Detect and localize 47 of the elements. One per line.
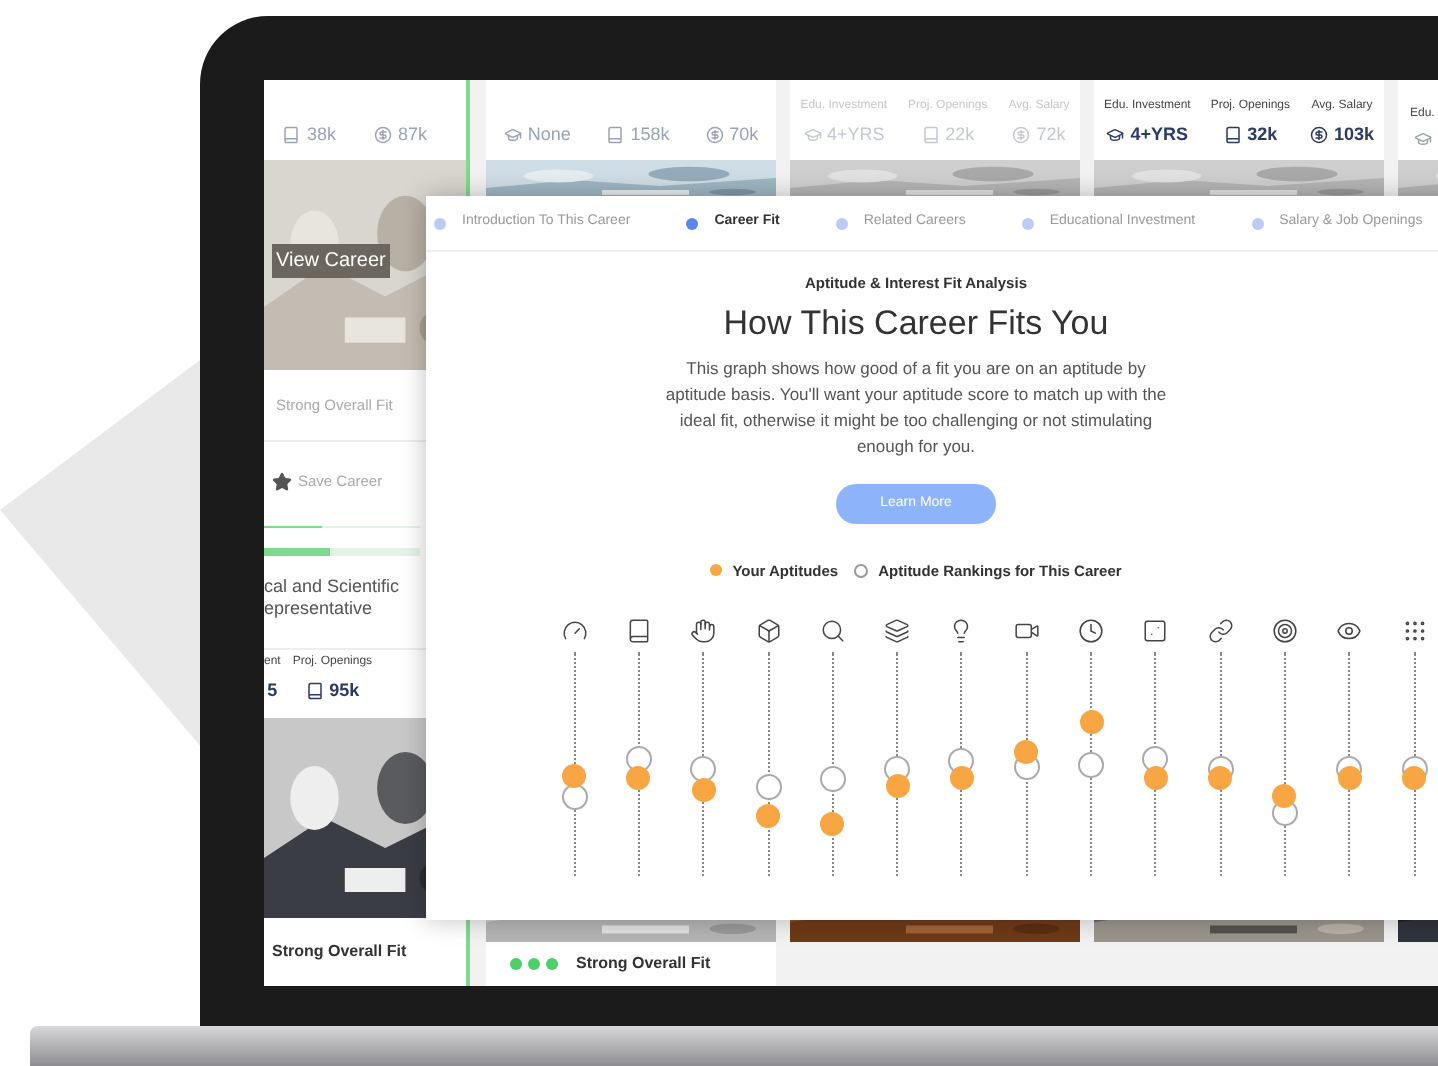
stat-value: 70k — [729, 121, 759, 147]
search-icon — [819, 618, 846, 644]
career-title: cal and Scientific — [264, 576, 402, 598]
hand-icon — [690, 618, 717, 644]
book-icon — [282, 125, 301, 144]
camera-icon — [1013, 618, 1040, 644]
target-icon — [1271, 618, 1298, 644]
stat-value: 95k — [329, 678, 360, 704]
graduation-cap-icon — [1413, 130, 1432, 148]
stat-value: 72k — [1036, 121, 1066, 147]
dollar-icon — [373, 125, 392, 144]
graduation-cap-icon — [803, 125, 821, 144]
stat-value: 32k — [1247, 121, 1278, 147]
fit-label: Strong Overall Fit — [272, 939, 407, 964]
book-icon — [606, 125, 625, 144]
eye-icon — [1336, 618, 1363, 644]
stat-value: 4+YRS — [1130, 121, 1189, 147]
gauge-icon — [561, 618, 588, 644]
stat-value: None — [527, 121, 571, 147]
graduation-cap-icon — [1106, 125, 1125, 144]
cube-icon — [755, 618, 782, 644]
stat-value: 4+YRS — [827, 121, 885, 147]
stat-value: 158k — [630, 121, 670, 147]
grid-icon — [1401, 618, 1427, 644]
dollar-icon — [1309, 125, 1328, 144]
stat-value: 103k — [1333, 121, 1375, 147]
book-icon — [921, 125, 940, 144]
book-icon — [305, 682, 324, 701]
dice-icon — [1142, 618, 1169, 644]
panel-title: How This Career Fits You — [723, 302, 1109, 347]
graduation-cap-icon — [503, 125, 522, 144]
career-title: epresentative — [264, 598, 375, 620]
stat-value: 22k — [945, 121, 975, 147]
star-icon — [272, 472, 292, 492]
stat-value: 38k — [306, 121, 336, 147]
dollar-icon — [705, 125, 724, 144]
link-icon — [1207, 618, 1234, 644]
stat-value: 5 — [267, 678, 278, 704]
layers-icon — [884, 618, 911, 644]
book-icon — [625, 618, 652, 644]
fit-label: Strong Overall Fit — [576, 952, 711, 976]
book-icon — [1223, 125, 1242, 144]
stat-value: 87k — [397, 121, 427, 147]
dollar-icon — [1012, 125, 1031, 144]
view-career-link[interactable]: View Career — [272, 244, 390, 278]
description: This graph shows how good of a fit you are on an aptitude by aptitude basis. You'll want your aptitude score to match up with the ideal fit, otherwise it might be too challenging or not stimulating enough for you. — [663, 355, 1169, 460]
clock-icon — [1078, 618, 1105, 644]
